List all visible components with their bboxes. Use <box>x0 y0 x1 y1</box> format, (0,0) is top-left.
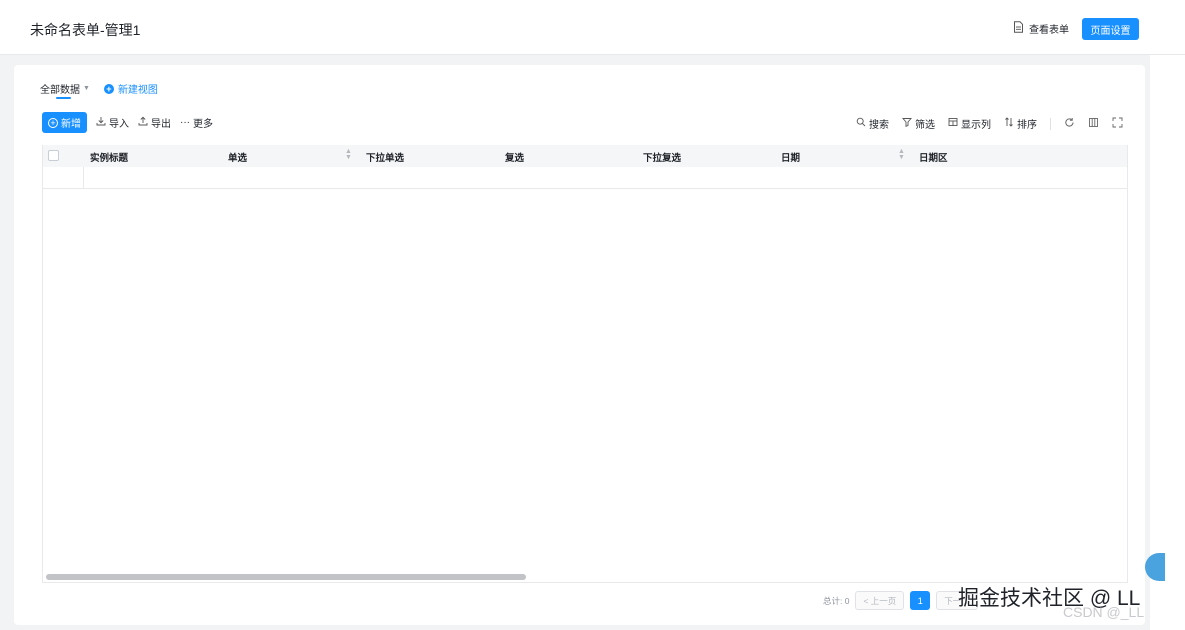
tab-all-data[interactable]: 全部数据 ▼ <box>40 81 90 99</box>
search-button[interactable]: 搜索 <box>856 116 889 131</box>
import-label: 导入 <box>109 119 129 130</box>
column-header[interactable]: 日期区 <box>919 150 948 164</box>
toolbar-divider <box>1050 117 1051 130</box>
tab-all-data-label: 全部数据 <box>40 85 80 96</box>
pagination: 总计: 0 < 上一页 1 下一页 <box>823 591 978 610</box>
page-title: 未命名表单-管理1 <box>30 22 141 38</box>
column-header[interactable]: 实例标题 <box>90 150 128 164</box>
search-label: 搜索 <box>869 120 889 131</box>
filter-label: 筛选 <box>915 120 935 131</box>
column-settings-icon[interactable] <box>1088 117 1099 131</box>
toolbar-view-controls: 搜索 筛选 显示列 排序 <box>856 116 1123 131</box>
filter-button[interactable]: 筛选 <box>902 116 935 131</box>
import-button[interactable]: 导入 <box>96 115 129 130</box>
upload-icon <box>138 116 148 129</box>
page-number[interactable]: 1 <box>910 591 931 610</box>
row-divider <box>83 167 84 189</box>
column-header[interactable]: 日期 <box>781 150 800 164</box>
sort-button[interactable]: 排序 <box>1004 116 1037 131</box>
sort-icon <box>1004 117 1014 130</box>
view-form-label: 查看表单 <box>1029 25 1069 36</box>
add-button[interactable]: + 新增 <box>42 112 87 133</box>
total-count: 总计: 0 <box>823 595 850 606</box>
page-settings-button[interactable]: 页面设置 <box>1082 18 1139 40</box>
view-tabs: 全部数据 ▼ + 新建视图 <box>40 81 158 99</box>
fullscreen-icon[interactable] <box>1112 117 1123 131</box>
column-header[interactable]: 单选 <box>228 150 247 164</box>
show-columns-button[interactable]: 显示列 <box>948 116 991 131</box>
add-label: 新增 <box>61 119 81 130</box>
document-icon <box>1013 21 1024 36</box>
plus-circle-icon: + <box>103 83 114 94</box>
new-view-label: 新建视图 <box>117 85 158 96</box>
select-all-checkbox[interactable] <box>48 150 59 161</box>
sort-arrows-icon[interactable]: ▲ ▼ <box>898 148 905 161</box>
new-view-button[interactable]: + 新建视图 <box>103 81 158 96</box>
export-label: 导出 <box>151 119 171 130</box>
more-label: 更多 <box>193 119 213 130</box>
toolbar-actions: + 新增 导入 导出 ··· 更多 <box>42 112 213 133</box>
chevron-left-icon: < <box>863 595 871 606</box>
filter-icon <box>902 117 912 130</box>
floating-side-button[interactable] <box>1145 553 1165 581</box>
more-button[interactable]: ··· 更多 <box>180 115 213 130</box>
view-form-link[interactable]: 查看表单 <box>1013 21 1069 36</box>
table-header: 实例标题 单选 ▲ ▼ 下拉单选 复选 下拉复选 日期 ▲ ▼ 日期区 <box>43 145 1127 167</box>
column-header[interactable]: 下拉复选 <box>643 150 681 164</box>
column-header[interactable]: 下拉单选 <box>366 150 404 164</box>
horizontal-scrollbar[interactable] <box>46 574 526 580</box>
search-icon <box>856 117 866 130</box>
top-bar: 未命名表单-管理1 查看表单 页面设置 <box>0 0 1185 55</box>
prev-page-button[interactable]: < 上一页 <box>855 591 905 610</box>
csdn-watermark: CSDN @_LL <box>1063 604 1145 620</box>
columns-label: 显示列 <box>961 120 991 131</box>
ellipsis-icon: ··· <box>180 117 190 128</box>
refresh-icon[interactable] <box>1064 117 1075 131</box>
column-header[interactable]: 复选 <box>505 150 524 164</box>
table-row <box>43 167 1127 189</box>
caret-down-icon: ▼ <box>83 85 90 92</box>
plus-circle-icon: + <box>48 117 58 128</box>
export-button[interactable]: 导出 <box>138 115 171 130</box>
sort-label: 排序 <box>1017 120 1037 131</box>
prev-page-label: 上一页 <box>870 595 897 606</box>
sort-arrows-icon[interactable]: ▲ ▼ <box>345 148 352 161</box>
data-table: 实例标题 单选 ▲ ▼ 下拉单选 复选 下拉复选 日期 ▲ ▼ 日期区 <box>42 145 1128 583</box>
download-icon <box>96 116 106 129</box>
columns-icon <box>948 117 958 130</box>
